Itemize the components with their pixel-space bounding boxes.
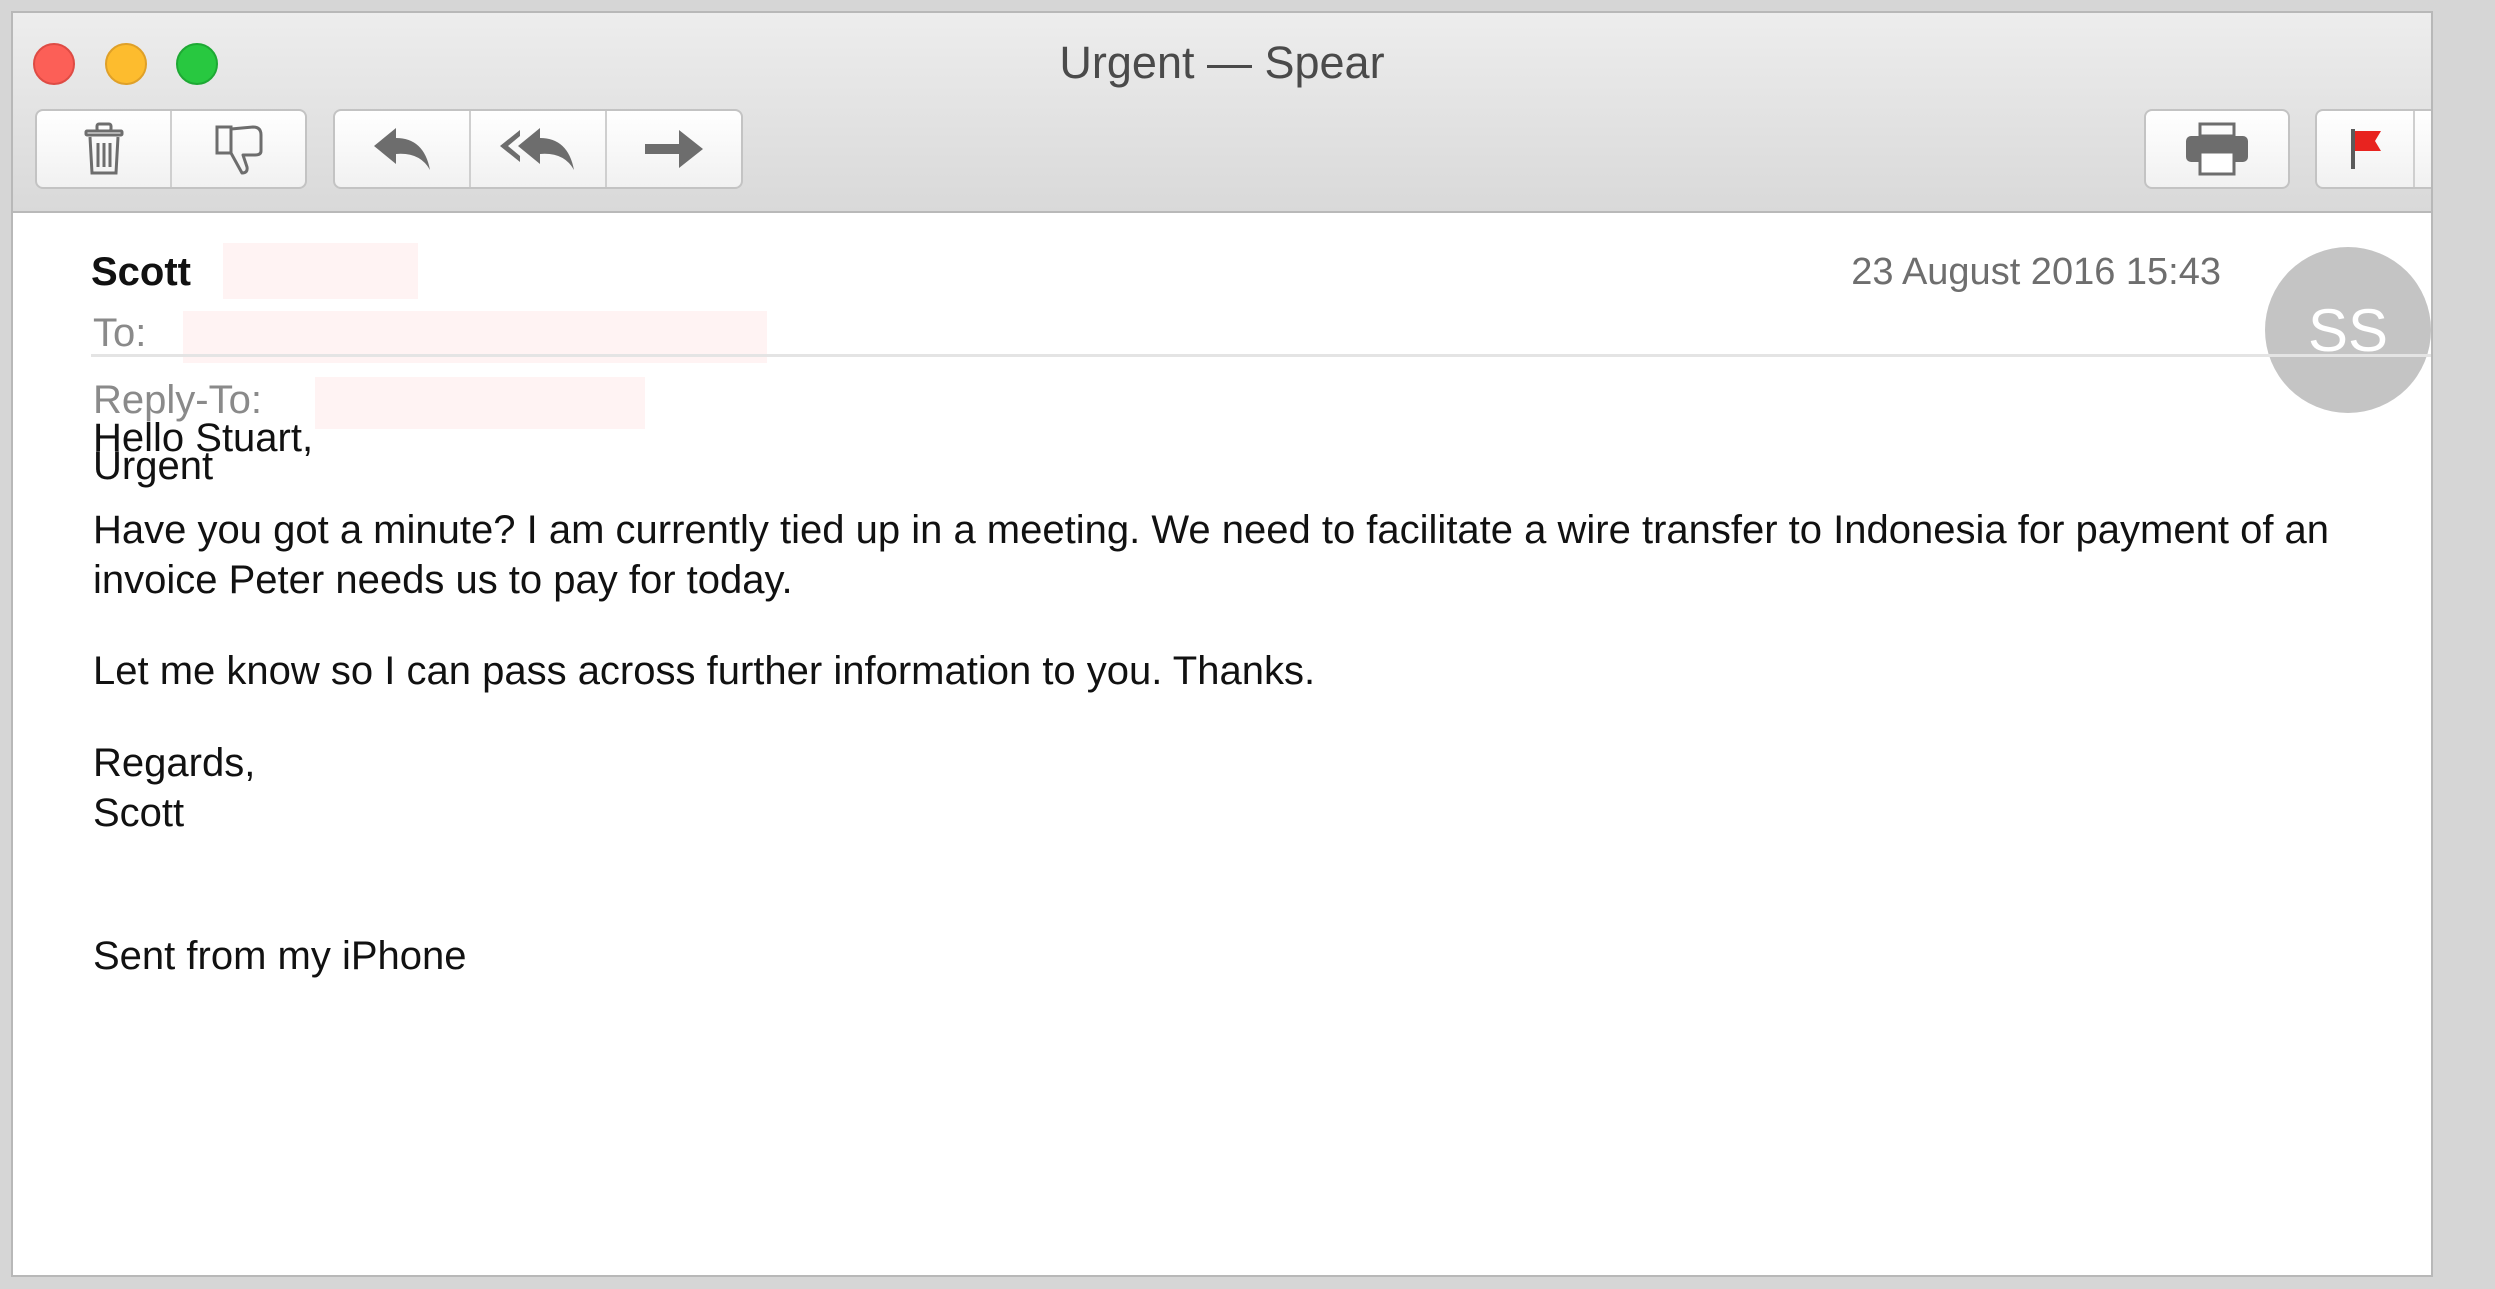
- reply-group: [333, 109, 743, 189]
- flag-button[interactable]: [2317, 111, 2415, 187]
- sender-name[interactable]: Scott: [91, 250, 191, 295]
- chevron-down-icon: [2430, 141, 2433, 157]
- body-paragraph: Let me know so I can pass across further…: [93, 649, 1316, 693]
- reply-icon: [374, 128, 430, 170]
- message-date: 23 August 2016 15:43: [1851, 251, 2221, 293]
- junk-thumbs-down-icon: [215, 125, 262, 175]
- print-icon: [2186, 122, 2248, 176]
- forward-button[interactable]: [607, 111, 741, 187]
- flag-menu-button[interactable]: [2415, 111, 2433, 187]
- flag-group: [2315, 109, 2433, 189]
- body-closing: Regards,: [93, 741, 256, 785]
- title-bar: Urgent — Spear: [13, 13, 2431, 213]
- junk-button[interactable]: [172, 111, 305, 187]
- print-group: [2144, 109, 2290, 189]
- trash-icon: [84, 122, 123, 175]
- reply-button[interactable]: [335, 111, 471, 187]
- delete-junk-group: [35, 109, 307, 189]
- body-paragraph: Have you got a minute? I am currently ti…: [93, 508, 2330, 602]
- reply-all-button[interactable]: [471, 111, 607, 187]
- body-signature: Scott: [93, 791, 185, 835]
- print-button[interactable]: [2146, 111, 2288, 187]
- window-title: Urgent — Spear: [1059, 37, 1385, 88]
- redacted-sender-address: [223, 243, 418, 299]
- to-label: To:: [93, 311, 147, 355]
- body-footer: Sent from my iPhone: [93, 934, 467, 978]
- body-greeting: Hello Stuart,: [93, 416, 314, 460]
- header-divider: [91, 354, 2431, 357]
- reply-all-icon: [500, 128, 574, 170]
- redacted-reply-to: [315, 377, 645, 429]
- avatar: SS: [2265, 247, 2431, 413]
- delete-button[interactable]: [37, 111, 172, 187]
- forward-icon: [645, 130, 703, 168]
- mail-window: Urgent — Spear Scott To: Reply-To: Urgen…: [11, 11, 2433, 1277]
- flag-icon: [2351, 129, 2381, 169]
